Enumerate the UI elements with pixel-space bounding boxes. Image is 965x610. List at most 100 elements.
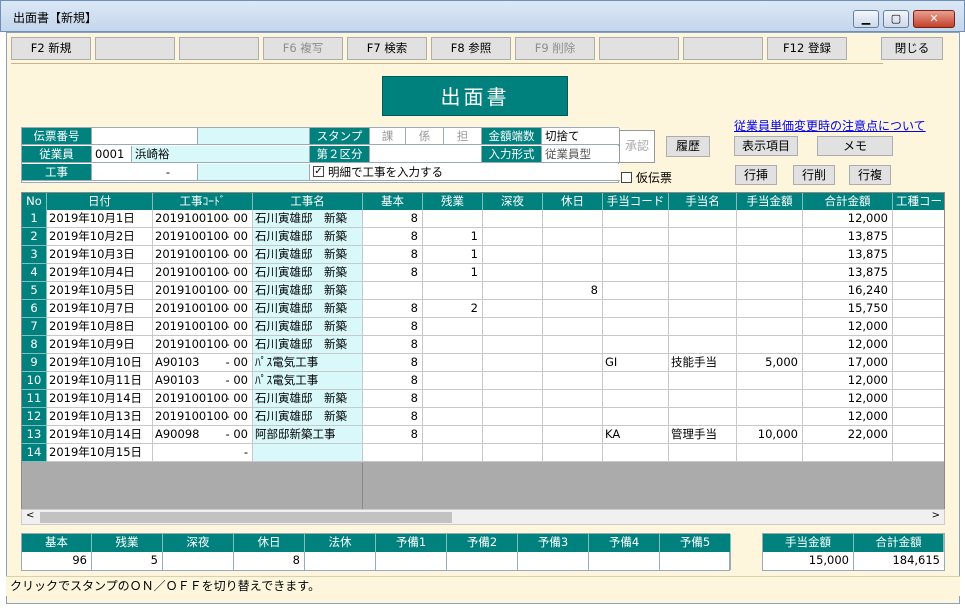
table-row[interactable]: 7 2019年10月8日 2019100100- 00 石川寅雄邸 新築 8 12,000 <box>22 318 944 336</box>
f12-register-button[interactable]: F12 登録 <box>767 37 847 60</box>
cell-night[interactable] <box>483 246 543 264</box>
cell-night[interactable] <box>483 444 543 462</box>
cell-overtime[interactable]: 1 <box>423 246 483 264</box>
cell-overtime[interactable] <box>423 210 483 228</box>
cell-night[interactable] <box>483 300 543 318</box>
cell-holiday[interactable] <box>543 426 603 444</box>
cell-work-type[interactable] <box>893 354 944 372</box>
cell-allowance-name[interactable] <box>669 300 737 318</box>
f6-copy-button[interactable]: F6 複写 <box>263 37 343 60</box>
cell-work-type[interactable] <box>893 300 944 318</box>
cell-allowance-code[interactable] <box>603 336 669 354</box>
cell-night[interactable] <box>483 390 543 408</box>
cell-total[interactable]: 17,000 <box>803 354 893 372</box>
cell-overtime[interactable] <box>423 426 483 444</box>
cell-total[interactable]: 13,875 <box>803 246 893 264</box>
cell-total[interactable] <box>803 444 893 462</box>
cell-allowance-amount[interactable] <box>737 318 803 336</box>
cell-allowance-amount[interactable] <box>737 300 803 318</box>
cell-total[interactable]: 22,000 <box>803 426 893 444</box>
cell-overtime[interactable]: 2 <box>423 300 483 318</box>
cell-allowance-amount[interactable] <box>737 390 803 408</box>
cell-work-name[interactable]: 石川寅雄邸 新築 <box>253 264 363 282</box>
cell-date[interactable]: 2019年10月8日 <box>47 318 153 336</box>
cell-allowance-amount[interactable] <box>737 246 803 264</box>
cell-work-name[interactable]: 石川寅雄邸 新築 <box>253 210 363 228</box>
cell-allowance-amount[interactable] <box>737 228 803 246</box>
scroll-left-icon[interactable]: < <box>26 510 34 521</box>
cell-total[interactable]: 12,000 <box>803 372 893 390</box>
cell-allowance-code[interactable] <box>603 372 669 390</box>
cell-overtime[interactable]: 1 <box>423 264 483 282</box>
slip-no-input[interactable] <box>92 128 198 145</box>
cell-work-name[interactable]: 石川寅雄邸 新築 <box>253 228 363 246</box>
stamp-ka[interactable]: 課 <box>370 128 406 145</box>
cell-overtime[interactable] <box>423 444 483 462</box>
cell-night[interactable] <box>483 336 543 354</box>
table-row[interactable]: 12 2019年10月13日 2019100100- 00 石川寅雄邸 新築 8 12,0… <box>22 408 944 426</box>
cell-allowance-name[interactable] <box>669 210 737 228</box>
cell-work-name[interactable]: 石川寅雄邸 新築 <box>253 318 363 336</box>
cell-basic[interactable]: 8 <box>363 372 423 390</box>
cell-work-code[interactable]: 2019100100- 00 <box>153 282 253 300</box>
cell-work-code[interactable]: 2019100100- 00 <box>153 264 253 282</box>
temp-slip-checkbox-row[interactable]: 仮伝票 <box>621 169 672 186</box>
cell-work-code[interactable]: 2019100100- 00 <box>153 336 253 354</box>
table-row[interactable]: 10 2019年10月11日 A90103 - 00 ﾊﾟｽ電気工事 8 12,000 <box>22 372 944 390</box>
cell-work-code[interactable]: 2019100100- 00 <box>153 246 253 264</box>
display-items-button[interactable]: 表示項目 <box>734 136 798 156</box>
cell-overtime[interactable] <box>423 354 483 372</box>
cell-allowance-amount[interactable] <box>737 372 803 390</box>
cell-date[interactable]: 2019年10月10日 <box>47 354 153 372</box>
cell-work-code[interactable]: 2019100100- 00 <box>153 228 253 246</box>
cell-basic[interactable] <box>363 282 423 300</box>
cell-basic[interactable]: 8 <box>363 408 423 426</box>
table-row[interactable]: 11 2019年10月14日 2019100100- 00 石川寅雄邸 新築 8 12,0… <box>22 390 944 408</box>
cell-work-name[interactable]: 石川寅雄邸 新築 <box>253 390 363 408</box>
cell-total[interactable]: 13,875 <box>803 264 893 282</box>
cell-work-type[interactable] <box>893 318 944 336</box>
empty-fkey-button-2[interactable] <box>179 37 259 60</box>
cell-allowance-name[interactable] <box>669 264 737 282</box>
cell-holiday[interactable] <box>543 264 603 282</box>
cell-holiday[interactable] <box>543 246 603 264</box>
cell-allowance-name[interactable] <box>669 390 737 408</box>
cell-night[interactable] <box>483 426 543 444</box>
cell-allowance-code[interactable] <box>603 264 669 282</box>
cell-holiday[interactable] <box>543 336 603 354</box>
cell-basic[interactable]: 8 <box>363 318 423 336</box>
cell-allowance-code[interactable] <box>603 210 669 228</box>
close-button[interactable]: 閉じる <box>881 37 943 60</box>
cell-allowance-name[interactable] <box>669 318 737 336</box>
cell-basic[interactable]: 8 <box>363 354 423 372</box>
cell-basic[interactable]: 8 <box>363 264 423 282</box>
cell-work-code[interactable]: 2019100100- 00 <box>153 210 253 228</box>
f7-search-button[interactable]: F7 検索 <box>347 37 427 60</box>
work-code-input[interactable]: - <box>92 164 198 181</box>
cell-basic[interactable]: 8 <box>363 210 423 228</box>
cell-work-code[interactable]: A90103 - 00 <box>153 372 253 390</box>
cell-work-name[interactable] <box>253 444 363 462</box>
cell-total[interactable]: 15,750 <box>803 300 893 318</box>
cell-allowance-amount[interactable] <box>737 336 803 354</box>
row-delete-button[interactable]: 行削 <box>793 165 835 185</box>
cell-basic[interactable]: 8 <box>363 246 423 264</box>
stamp-tan[interactable]: 担 <box>444 128 482 145</box>
cell-work-name[interactable]: ﾊﾟｽ電気工事 <box>253 354 363 372</box>
cell-total[interactable]: 12,000 <box>803 210 893 228</box>
cell-allowance-code[interactable]: GI <box>603 354 669 372</box>
cell-holiday[interactable]: 8 <box>543 282 603 300</box>
empty-fkey-button-4[interactable] <box>683 37 763 60</box>
rounding-select[interactable]: 切捨て <box>542 128 620 145</box>
cell-night[interactable] <box>483 408 543 426</box>
maximize-button[interactable]: ▢ <box>883 10 909 28</box>
cell-holiday[interactable] <box>543 300 603 318</box>
cell-holiday[interactable] <box>543 210 603 228</box>
cell-holiday[interactable] <box>543 354 603 372</box>
table-row[interactable]: 6 2019年10月7日 2019100100- 00 石川寅雄邸 新築 8 2 15,75… <box>22 300 944 318</box>
table-row[interactable]: 5 2019年10月5日 2019100100- 00 石川寅雄邸 新築 8 16,240 <box>22 282 944 300</box>
cell-allowance-amount[interactable]: 5,000 <box>737 354 803 372</box>
minimize-button[interactable]: ▁ <box>853 10 879 28</box>
cell-work-type[interactable] <box>893 444 944 462</box>
cell-total[interactable]: 12,000 <box>803 336 893 354</box>
